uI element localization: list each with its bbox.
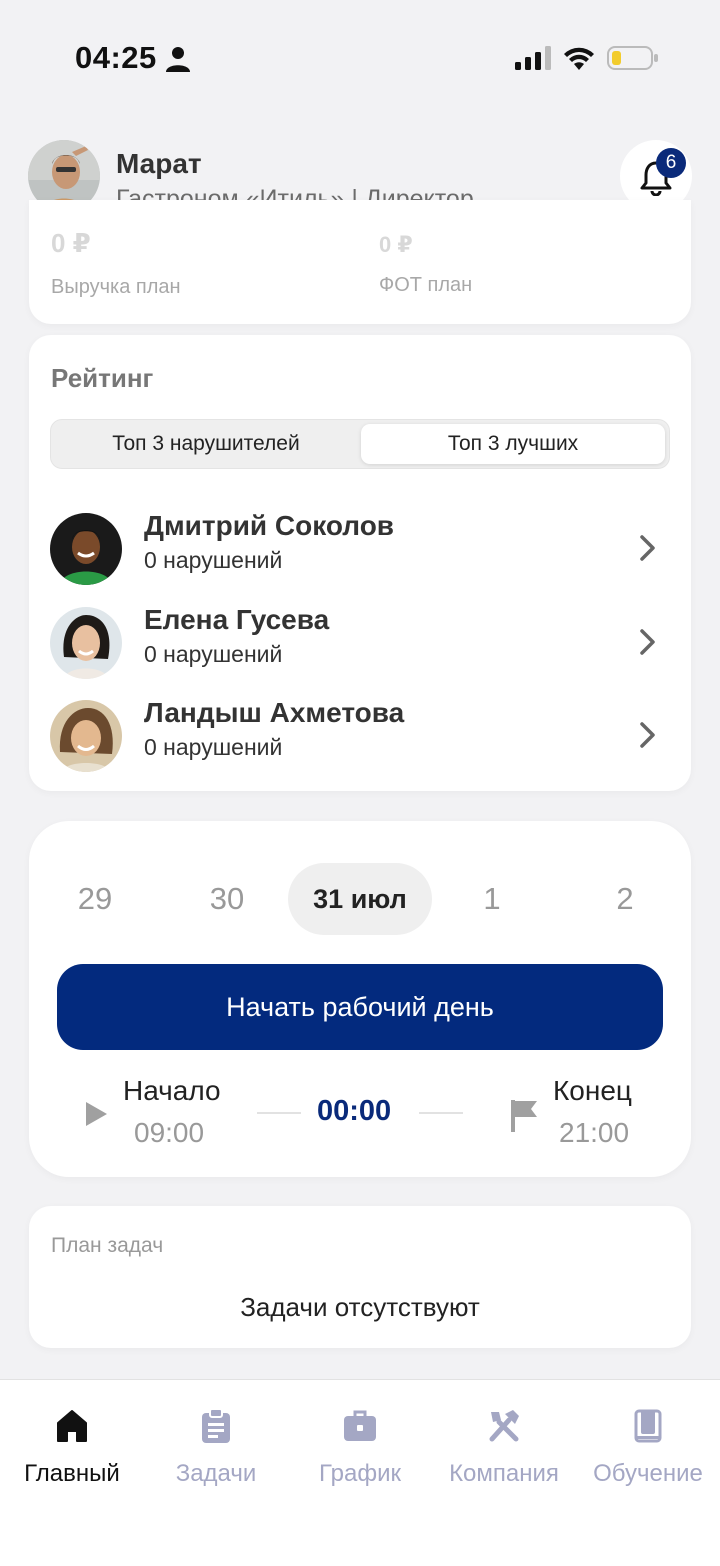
- date-item[interactable]: 2: [585, 863, 665, 935]
- briefcase-icon: [344, 1410, 376, 1441]
- date-item[interactable]: 29: [55, 863, 135, 935]
- task-plan-title: План задач: [51, 1234, 164, 1257]
- rating-segmented-control: Топ 3 нарушителей Топ 3 лучших: [50, 419, 670, 469]
- divider: [419, 1112, 463, 1114]
- start-workday-button[interactable]: Начать рабочий день: [57, 964, 663, 1050]
- person-avatar: [50, 513, 122, 585]
- payroll-plan-value: 0 ₽: [379, 232, 413, 257]
- bottom-tab-bar: Главный Задачи График Компания Обучение: [0, 1379, 720, 1566]
- rating-row[interactable]: Дмитрий Соколов 0 нарушений: [29, 505, 691, 595]
- chevron-right-icon: [640, 629, 655, 655]
- tab-top-violators[interactable]: Топ 3 нарушителей: [55, 424, 357, 464]
- tab-tasks[interactable]: Задачи: [144, 1380, 288, 1500]
- rating-row[interactable]: Ландыш Ахметова 0 нарушений: [29, 692, 691, 782]
- user-name: Марат: [116, 148, 202, 179]
- tools-icon: [489, 1410, 519, 1442]
- revenue-plan-label: Выручка план: [51, 276, 181, 298]
- person-avatar: [50, 700, 122, 772]
- rating-title: Рейтинг: [51, 363, 154, 393]
- tab-label: Обучение: [593, 1460, 703, 1487]
- flag-icon: [511, 1100, 537, 1132]
- date-item-selected[interactable]: 31 июл: [288, 863, 432, 935]
- person-name: Елена Гусева: [144, 604, 330, 635]
- tab-home[interactable]: Главный: [0, 1380, 144, 1500]
- status-bar: 04:25: [0, 0, 720, 120]
- plan-stats-card: 0 ₽ Выручка план 0 ₽ ФОТ план: [29, 200, 691, 324]
- date-item[interactable]: 1: [452, 863, 532, 935]
- tab-label: График: [319, 1460, 401, 1487]
- tab-label: Задачи: [175, 1460, 257, 1487]
- book-icon: [634, 1409, 662, 1443]
- end-time: 21:00: [559, 1117, 630, 1148]
- date-item[interactable]: 30: [187, 863, 267, 935]
- tab-company[interactable]: Компания: [432, 1380, 576, 1500]
- tab-top-best[interactable]: Топ 3 лучших: [361, 424, 665, 464]
- play-icon: [86, 1102, 107, 1126]
- end-label: Конец: [553, 1075, 632, 1106]
- person-avatar: [50, 607, 122, 679]
- cellular-signal-icon: [515, 46, 551, 70]
- payroll-plan-label: ФОТ план: [379, 274, 473, 296]
- person-violations: 0 нарушений: [144, 641, 283, 667]
- status-time: 04:25: [75, 40, 157, 75]
- tab-learning[interactable]: Обучение: [576, 1380, 720, 1500]
- clipboard-icon: [202, 1408, 230, 1443]
- person-name: Ландыш Ахметова: [144, 697, 405, 728]
- tab-label: Компания: [449, 1460, 559, 1487]
- start-label: Начало: [123, 1075, 221, 1106]
- rating-card: Рейтинг Топ 3 нарушителей Топ 3 лучших Д…: [29, 335, 691, 791]
- home-icon: [57, 1410, 87, 1442]
- person-name: Дмитрий Соколов: [144, 510, 395, 541]
- tab-schedule[interactable]: График: [288, 1380, 432, 1500]
- chevron-right-icon: [640, 722, 655, 748]
- battery-icon: [607, 46, 658, 70]
- task-plan-card: План задач Задачи отсутствуют: [29, 1206, 691, 1348]
- revenue-plan-value: 0 ₽: [51, 228, 91, 258]
- wifi-icon: [564, 47, 594, 70]
- rating-row[interactable]: Елена Гусева 0 нарушений: [29, 599, 691, 689]
- divider: [257, 1112, 301, 1114]
- chevron-right-icon: [640, 535, 655, 561]
- person-icon: [166, 47, 190, 72]
- workday-card: 29 30 31 июл 1 2 Начать рабочий день Нач…: [29, 821, 691, 1177]
- person-violations: 0 нарушений: [144, 734, 283, 760]
- notification-badge: 6: [656, 148, 686, 178]
- person-violations: 0 нарушений: [144, 547, 283, 573]
- tab-label: Главный: [24, 1460, 120, 1487]
- start-time: 09:00: [134, 1117, 205, 1148]
- work-timer: 00:00: [317, 1095, 392, 1127]
- tasks-empty-message: Задачи отсутствуют: [240, 1292, 480, 1322]
